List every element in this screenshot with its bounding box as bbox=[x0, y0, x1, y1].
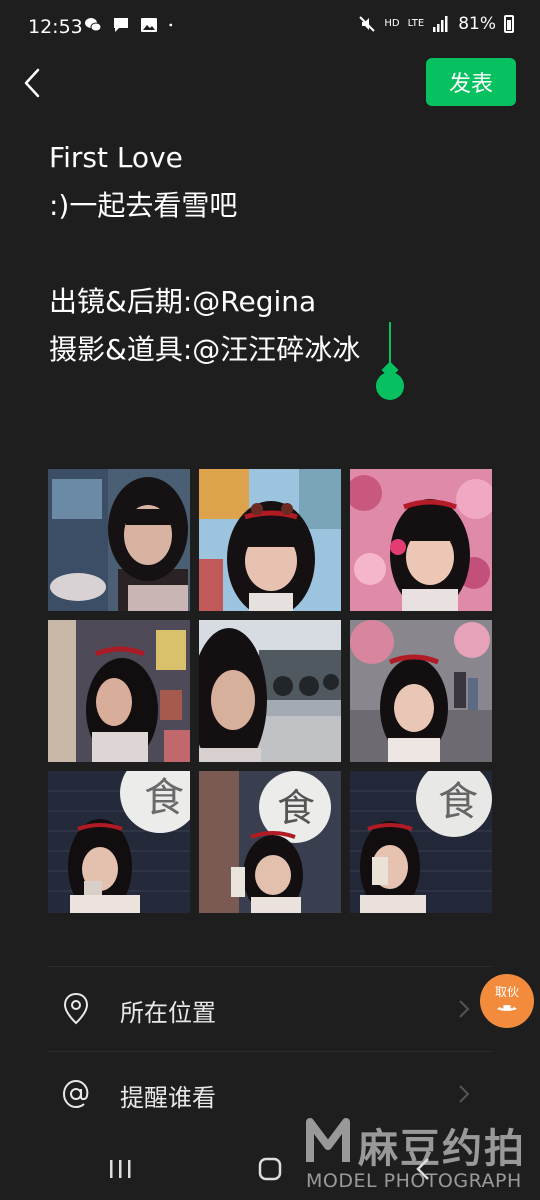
lte-label: LTE bbox=[407, 18, 425, 29]
photo-thumbnail[interactable]: 食 bbox=[48, 771, 190, 913]
post-line: :)一起去看雪吧 bbox=[49, 189, 238, 222]
photo-thumbnail[interactable] bbox=[48, 469, 190, 611]
post-text-editor[interactable]: First Love :)一起去看雪吧 出镜&后期:@Regina 摄影&道具:… bbox=[49, 134, 509, 374]
post-line: First Love bbox=[49, 141, 183, 174]
floating-badge[interactable]: 取伙 bbox=[480, 974, 534, 1028]
battery-icon bbox=[504, 15, 514, 33]
message-icon bbox=[114, 18, 128, 32]
svg-text:食: 食 bbox=[277, 786, 315, 830]
mute-icon bbox=[359, 16, 376, 32]
status-bar: 12:53 HD LTE 81% bbox=[0, 0, 540, 56]
publish-button[interactable]: 发表 bbox=[426, 58, 516, 106]
at-sign-icon bbox=[62, 1079, 89, 1109]
option-label: 提醒谁看 bbox=[120, 1084, 216, 1112]
signal-icon bbox=[433, 16, 448, 32]
system-nav-bar bbox=[0, 1140, 540, 1200]
battery-percent: 81% bbox=[458, 14, 496, 34]
dot-icon bbox=[169, 23, 173, 27]
svg-text:食: 食 bbox=[438, 779, 478, 825]
cursor-handle[interactable] bbox=[376, 372, 404, 400]
crab-icon bbox=[497, 1005, 517, 1011]
option-location[interactable]: 所在位置 bbox=[48, 967, 492, 1051]
photo-grid: 食 食 食 bbox=[48, 469, 492, 913]
photo-thumbnail[interactable] bbox=[48, 620, 190, 762]
post-line: 摄影&道具:@汪汪碎冰冰 bbox=[49, 333, 361, 366]
floating-badge-label: 取伙 bbox=[494, 985, 519, 999]
location-pin-icon bbox=[63, 992, 89, 1025]
back-button[interactable] bbox=[18, 66, 48, 100]
post-line: 出镜&后期:@Regina bbox=[49, 285, 317, 318]
home-icon[interactable] bbox=[250, 1154, 290, 1184]
system-indicators: HD LTE 81% bbox=[358, 14, 514, 34]
notification-icons bbox=[84, 16, 178, 34]
photo-thumbnail[interactable] bbox=[199, 620, 341, 762]
gallery-icon bbox=[141, 18, 157, 32]
hd-label: HD bbox=[384, 18, 400, 29]
chevron-right-icon bbox=[459, 1085, 470, 1103]
photo-thumbnail[interactable]: 食 bbox=[199, 771, 341, 913]
recents-icon[interactable] bbox=[100, 1154, 140, 1184]
photo-thumbnail[interactable] bbox=[350, 620, 492, 762]
svg-text:食: 食 bbox=[144, 775, 184, 821]
back-nav-icon[interactable] bbox=[404, 1154, 444, 1184]
wechat-icon bbox=[85, 18, 102, 32]
photo-thumbnail[interactable]: 食 bbox=[350, 771, 492, 913]
post-line bbox=[49, 230, 509, 278]
photo-thumbnail[interactable] bbox=[350, 469, 492, 611]
chevron-right-icon bbox=[459, 1000, 470, 1018]
option-label: 所在位置 bbox=[120, 999, 216, 1027]
status-time: 12:53 bbox=[28, 16, 83, 38]
photo-thumbnail[interactable] bbox=[199, 469, 341, 611]
